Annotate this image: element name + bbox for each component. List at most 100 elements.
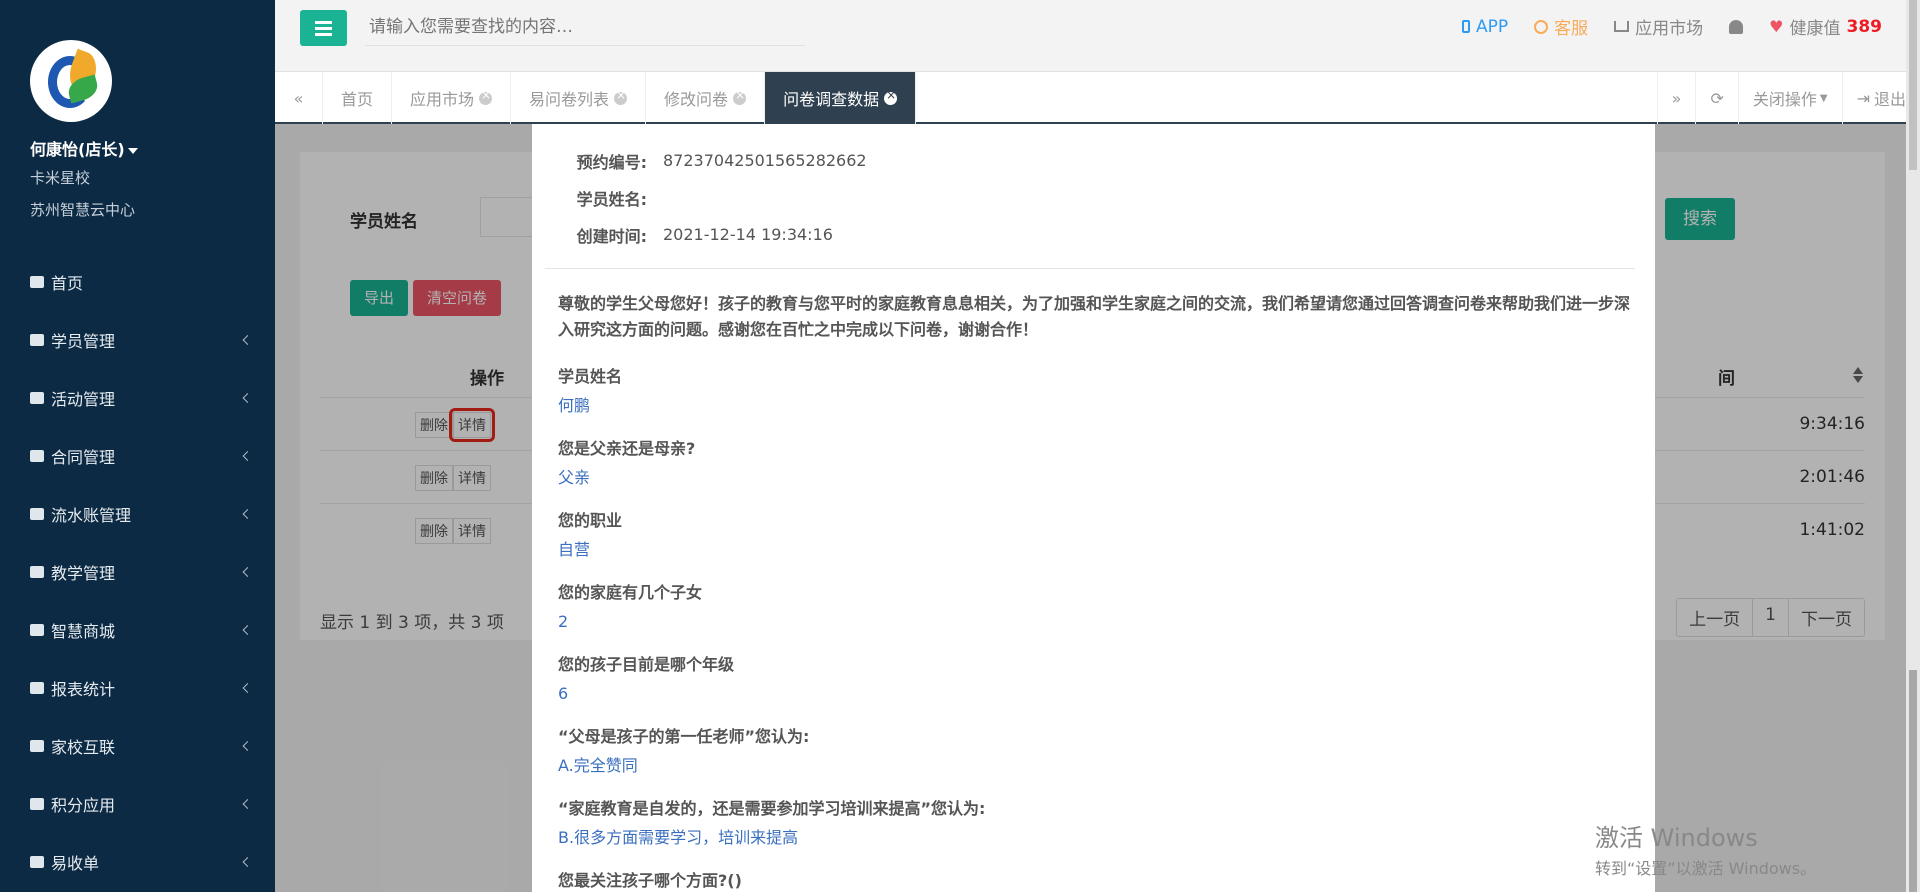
tabs-scroll-right-button[interactable]: » — [1656, 72, 1696, 124]
scrollbar-thumb[interactable] — [1909, 0, 1917, 170]
double-left-icon: « — [293, 88, 304, 108]
heartbeat-icon: ♥ — [1769, 17, 1784, 36]
survey-meta: 预约编号: 87237042501565282662 学员姓名: 创建时间: 202… — [532, 124, 1655, 253]
health-link[interactable]: ♥ 健康值 389 — [1769, 14, 1883, 40]
sidebar-item-ledger[interactable]: 流水账管理 — [0, 485, 275, 543]
avatar[interactable] — [30, 40, 112, 122]
close-tab-icon[interactable] — [884, 88, 898, 105]
sidebar-item-students[interactable]: 学员管理 — [0, 311, 275, 369]
close-tab-icon[interactable] — [733, 88, 747, 105]
close-tab-icon[interactable] — [479, 88, 493, 105]
users-icon — [30, 334, 44, 346]
answer: 2 — [558, 612, 569, 631]
double-right-icon: » — [1671, 88, 1682, 108]
bar-chart-icon — [30, 682, 44, 694]
close-ops-dropdown[interactable]: 关闭操作 ▼ — [1737, 72, 1842, 124]
sidebar-item-points[interactable]: 积分应用 — [0, 775, 275, 833]
answer: 何鹏 — [558, 396, 591, 415]
market-link[interactable]: 应用市场 — [1614, 14, 1703, 39]
tab-actions: » ⟳ 关闭操作 ▼ ⇥ 退出 — [1656, 72, 1920, 124]
windows-activation-watermark: 激活 Windows 转到“设置”以激活 Windows。 — [1595, 824, 1817, 878]
clock-icon — [1534, 19, 1549, 34]
calendar-icon — [30, 566, 44, 578]
survey-answers: 学员姓名 何鹏 您是父亲还是母亲? 父亲 您的职业 自营 您的家庭有几个子女 2… — [558, 363, 1655, 892]
close-tab-icon[interactable] — [614, 88, 628, 105]
chevron-left-icon — [242, 509, 253, 519]
chevron-left-icon — [242, 799, 253, 809]
question: 您是父亲还是母亲? — [558, 439, 696, 458]
survey-detail-modal: 预约编号: 87237042501565282662 学员姓名: 创建时间: 202… — [532, 124, 1655, 892]
sidebar-item-reports[interactable]: 报表统计 — [0, 659, 275, 717]
inbox-icon — [30, 798, 44, 810]
cart-icon — [1614, 21, 1630, 32]
chevron-left-icon — [242, 683, 253, 693]
app-link[interactable]: APP — [1462, 17, 1508, 37]
survey-intro: 尊敬的学生父母您好！孩子的教育与您平时的家庭教育息息相关，为了加强和学生家庭之间… — [558, 294, 1631, 339]
answer: 父亲 — [558, 468, 591, 487]
tab-bar: « 首页 应用市场 易问卷列表 修改问卷 问卷调查数据 » ⟳ 关闭操作▼ ⇥退… — [275, 72, 1920, 124]
question: 您最关注孩子哪个方面?() — [558, 871, 742, 890]
answer: A.完全赞同 — [558, 756, 638, 775]
caret-down-icon: ▼ — [1819, 92, 1828, 104]
top-bar: APP 客服 应用市场 ♥健康值389 — [275, 0, 1920, 72]
sidebar-menu: 首页 学员管理 活动管理 合同管理 流水账管理 教学管理 智慧商城 报表统计 家… — [0, 253, 275, 891]
question: 您的职业 — [558, 511, 623, 530]
user-name-dropdown[interactable]: 何康怡(店长) — [30, 136, 275, 160]
chevron-left-icon — [242, 451, 253, 461]
health-value: 389 — [1846, 16, 1883, 37]
bell-icon — [1729, 19, 1744, 34]
meta-key: 学员姓名: — [576, 189, 647, 209]
sidebar-item-contracts[interactable]: 合同管理 — [0, 427, 275, 485]
answer: B.很多方面需要学习，培训来提高 — [558, 828, 799, 847]
question: 您的家庭有几个子女 — [558, 583, 703, 602]
tab-survey-data[interactable]: 问卷调查数据 — [765, 72, 917, 124]
home-icon — [30, 276, 44, 288]
sidebar-item-billing[interactable]: 易收单 — [0, 833, 275, 891]
search-input[interactable] — [365, 8, 805, 46]
page-scrollbar[interactable] — [1906, 0, 1920, 892]
comments-icon — [30, 740, 44, 752]
answer: 6 — [558, 684, 569, 703]
refresh-icon: ⟳ — [1710, 88, 1724, 108]
center-name: 苏州智慧云中心 — [30, 201, 136, 219]
sidebar-item-teaching[interactable]: 教学管理 — [0, 543, 275, 601]
sidebar-item-mall[interactable]: 智慧商城 — [0, 601, 275, 659]
top-right-links: APP 客服 应用市场 ♥ 健康值 389 — [1462, 14, 1882, 39]
chevron-left-icon — [242, 741, 253, 751]
question: “父母是孩子的第一任老师”您认为: — [558, 727, 810, 746]
booking-number: 87237042501565282662 — [663, 151, 867, 170]
caret-down-icon — [127, 147, 138, 154]
tab-app-market[interactable]: 应用市场 — [392, 72, 512, 124]
sidebar-item-activities[interactable]: 活动管理 — [0, 369, 275, 427]
school-name: 卡米星校 — [30, 169, 91, 187]
tabs-scroll-left-button[interactable]: « — [275, 72, 323, 124]
notifications-button[interactable] — [1729, 19, 1744, 34]
service-link[interactable]: 客服 — [1534, 14, 1588, 39]
profile-section: 何康怡(店长) 卡米星校 苏州智慧云中心 — [0, 0, 275, 245]
user-plus-icon — [30, 856, 44, 868]
question: 学员姓名 — [558, 367, 623, 386]
meta-key: 预约编号: — [576, 152, 647, 172]
meta-key: 创建时间: — [576, 226, 647, 246]
mobile-icon — [1462, 20, 1471, 33]
sidebar-item-home[interactable]: 首页 — [0, 253, 275, 311]
sidebar: 何康怡(店长) 卡米星校 苏州智慧云中心 首页 学员管理 活动管理 合同管理 流… — [0, 0, 275, 892]
cart-icon — [30, 450, 44, 462]
chevron-left-icon — [242, 625, 253, 635]
tab-home[interactable]: 首页 — [323, 72, 393, 124]
tab-edit-survey[interactable]: 修改问卷 — [646, 72, 766, 124]
chevron-left-icon — [242, 567, 253, 577]
tabs: 首页 应用市场 易问卷列表 修改问卷 问卷调查数据 — [323, 72, 917, 124]
inbox-icon — [30, 624, 44, 636]
sidebar-item-home-school[interactable]: 家校互联 — [0, 717, 275, 775]
menu-toggle-button[interactable] — [300, 10, 347, 46]
refresh-button[interactable]: ⟳ — [1695, 72, 1737, 124]
chevron-left-icon — [242, 857, 253, 867]
modal-scrollbar-thumb[interactable] — [1909, 670, 1917, 892]
map-icon — [30, 392, 44, 404]
chevron-left-icon — [242, 335, 253, 345]
divider — [545, 268, 1635, 269]
tab-survey-list[interactable]: 易问卷列表 — [511, 72, 647, 124]
answer: 自营 — [558, 540, 591, 559]
question: “家庭教育是自发的，还是需要参加学习培训来提高”您认为: — [558, 799, 986, 818]
